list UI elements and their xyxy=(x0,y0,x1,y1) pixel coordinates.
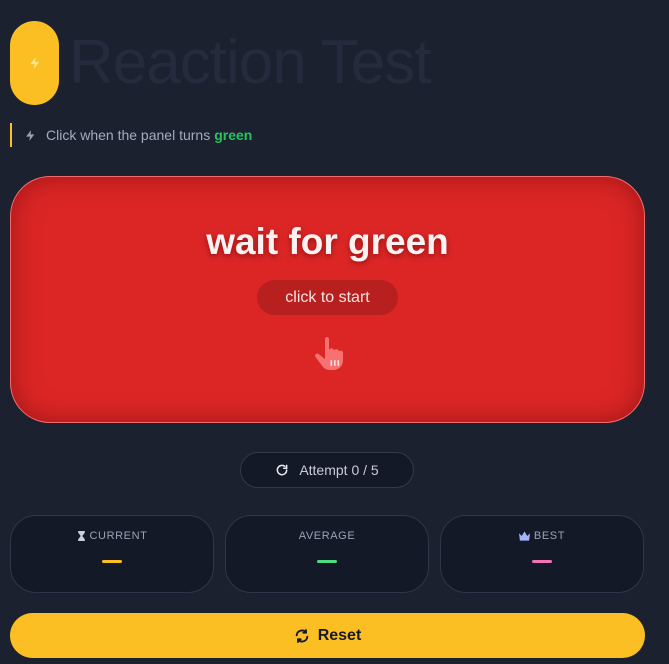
instruction-hint: Click when the panel turns green xyxy=(10,123,252,147)
app-header: Reaction Test xyxy=(10,21,432,105)
hint-highlight: green xyxy=(214,127,253,143)
reaction-panel[interactable]: wait for green click to start xyxy=(10,176,645,423)
reset-button[interactable]: Reset xyxy=(10,613,645,658)
attempt-counter: Attempt 0 / 5 xyxy=(240,452,414,488)
stat-average-value xyxy=(317,560,337,563)
logo-badge xyxy=(10,21,59,105)
page-title: Reaction Test xyxy=(69,28,432,97)
panel-title: wait for green xyxy=(206,221,449,262)
hint-text: Click when the panel turns xyxy=(46,127,211,143)
reset-label: Reset xyxy=(317,626,362,644)
stat-current-value xyxy=(102,560,122,563)
lightning-icon xyxy=(29,57,39,69)
hourglass-icon xyxy=(77,531,85,541)
stat-best-label: BEST xyxy=(533,530,566,542)
stat-current-label: CURRENT xyxy=(89,530,148,542)
stat-average-label: AVERAGE xyxy=(298,530,356,542)
stat-best: BEST xyxy=(440,515,644,593)
panel-subtitle: click to start xyxy=(257,280,398,315)
pointer-hand-icon xyxy=(315,337,343,370)
refresh-icon xyxy=(276,464,288,476)
crown-icon xyxy=(518,531,530,541)
sync-icon xyxy=(295,628,308,643)
stat-best-value xyxy=(532,560,552,563)
stat-current: CURRENT xyxy=(10,515,214,593)
attempt-label: Attempt 0 / 5 xyxy=(299,462,379,478)
stat-average: AVERAGE xyxy=(225,515,429,593)
lightning-icon xyxy=(26,129,35,141)
